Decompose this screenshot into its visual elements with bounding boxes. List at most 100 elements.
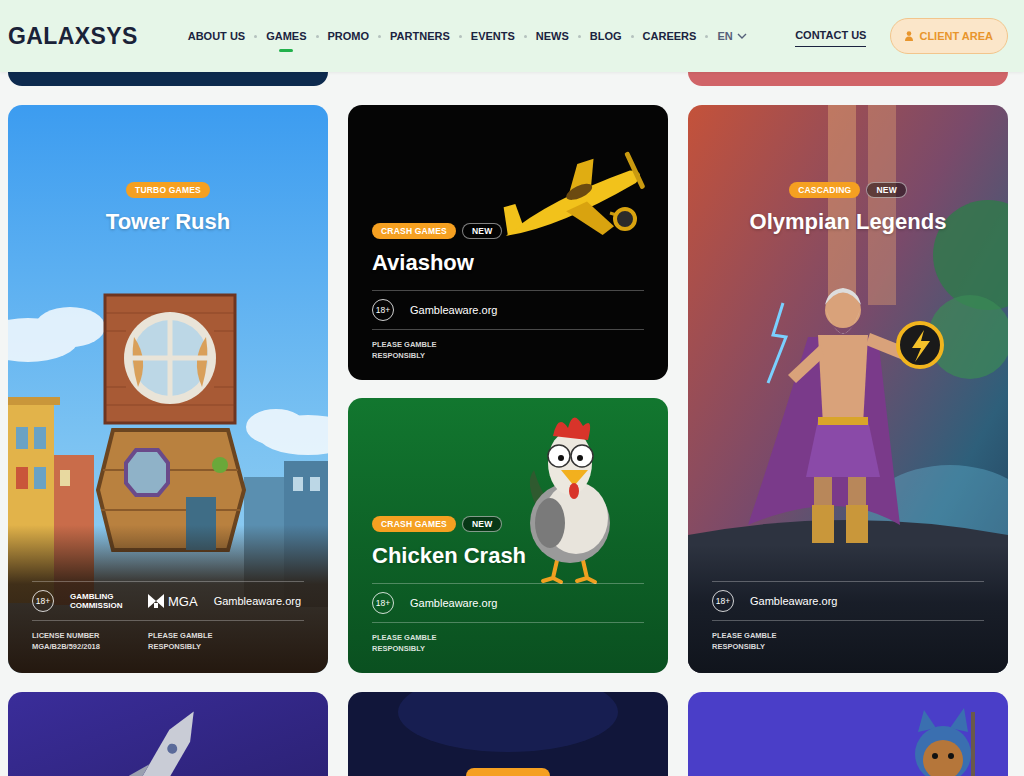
plane-illustration-svg xyxy=(348,105,668,380)
responsible-note: PLEASE GAMBLE RESPONSIBLY xyxy=(372,633,456,655)
nav-item[interactable]: PARTNERS xyxy=(390,24,450,48)
nav-item[interactable]: BLOG xyxy=(590,24,622,48)
client-area-label: CLIENT AREA xyxy=(919,30,993,42)
compliance-row: 18+ Gambleaware.org xyxy=(372,584,644,622)
divider xyxy=(372,290,644,291)
game-title[interactable]: Aviashow xyxy=(372,250,644,276)
compliance-row: 18+ GAMBLING COMMISSION MGA Gambleaware.org xyxy=(32,582,304,620)
nav-separator xyxy=(254,35,257,38)
divider xyxy=(712,620,984,621)
divider xyxy=(712,581,984,582)
turbo-card-illustration[interactable] xyxy=(348,692,668,776)
age-badge: 18+ xyxy=(372,299,394,321)
game-title[interactable]: Olympian Legends xyxy=(712,209,984,235)
site-header: GALAXSYS ABOUT US GAMES PROMO PARTNERS EVENTS… xyxy=(0,0,1024,72)
gambleaware-link[interactable]: Gambleaware.org xyxy=(214,595,301,607)
previous-row xyxy=(0,72,1024,86)
tag: NEW xyxy=(866,182,906,198)
rocket-illustration-svg xyxy=(8,692,328,776)
regulator-name[interactable]: GAMBLING COMMISSION xyxy=(70,592,132,610)
divider xyxy=(32,581,304,582)
person-icon-svg xyxy=(905,31,913,41)
nav-item[interactable]: PROMO xyxy=(328,24,370,48)
card-content: CRASH GAMES NEW Aviashow 18+ Gambleaware.org… xyxy=(348,105,668,380)
gambleaware-link[interactable]: Gambleaware.org xyxy=(750,595,837,607)
regulator-logo[interactable]: MGA xyxy=(148,594,198,609)
game-title[interactable]: Tower Rush xyxy=(32,209,304,235)
game-card-partial[interactable] xyxy=(688,72,1008,86)
games-grid: TURBO GAMES Tower Rush 18+ GAMBLING COMMISS… xyxy=(0,105,1024,673)
tag: TURBO GAMES xyxy=(126,182,210,198)
age-badge: 18+ xyxy=(372,592,394,614)
tag: CRASH GAMES xyxy=(372,516,456,532)
tag: CRASH GAMES xyxy=(372,223,456,239)
logo[interactable]: GALAXSYS xyxy=(8,23,138,50)
card-content: CRASH GAMES NEW Chicken Crash 18+ Gambleawar… xyxy=(348,398,668,673)
tag-list: TURBO GAMES xyxy=(32,182,304,198)
responsible-note: PLEASE GAMBLE RESPONSIBLY xyxy=(712,631,796,653)
regulator-name: MGA xyxy=(168,594,198,609)
tag-list: CASCADING NEW xyxy=(712,182,984,198)
tag-list: CRASH GAMES NEW xyxy=(372,516,644,532)
turbo-card-illustration-svg xyxy=(348,692,668,776)
nav-separator xyxy=(378,35,381,38)
game-title[interactable]: Chicken Crash xyxy=(372,543,644,569)
card-content: CASCADING NEW Olympian Legends 18+ Gambleawa… xyxy=(688,105,1008,673)
responsible-note: PLEASE GAMBLE RESPONSIBLY xyxy=(148,631,232,653)
nav-item[interactable]: GAMES xyxy=(266,24,306,48)
language-select[interactable]: EN xyxy=(717,30,746,42)
rocket-illustration[interactable] xyxy=(8,692,328,776)
language-label: EN xyxy=(717,30,732,42)
divider xyxy=(372,622,644,623)
tag: NEW xyxy=(462,516,502,532)
nav-separator xyxy=(524,35,527,38)
nav-separator xyxy=(705,35,708,38)
card-bottom: LICENSE NUMBERMGA/B2B/592/2018 PLEASE GAM… xyxy=(32,631,304,653)
chevron-down-icon-svg xyxy=(737,33,747,39)
mga-icon xyxy=(148,594,164,608)
squirrel-illustration[interactable] xyxy=(688,692,1008,776)
divider xyxy=(372,583,644,584)
game-card[interactable]: CRASH GAMES NEW Chicken Crash 18+ Gambleawar… xyxy=(348,398,668,673)
nav-item[interactable]: EVENTS xyxy=(471,24,515,48)
game-card-partial[interactable] xyxy=(8,72,328,86)
nav-item[interactable]: ABOUT US xyxy=(188,24,245,48)
chicken-illustration-svg xyxy=(348,398,668,673)
mga-icon-svg xyxy=(148,594,164,608)
chicken-illustration xyxy=(348,398,668,673)
spacer xyxy=(712,235,984,581)
nav-separator xyxy=(316,35,319,38)
nav-item[interactable]: NEWS xyxy=(536,24,569,48)
spacer xyxy=(32,235,304,581)
responsible-note: PLEASE GAMBLE RESPONSIBLY xyxy=(372,340,456,362)
game-card-partial[interactable] xyxy=(348,72,668,86)
nav-separator xyxy=(631,35,634,38)
game-card[interactable]: CASCADING NEW Olympian Legends 18+ Gambleawa… xyxy=(688,105,1008,673)
card-content: TURBO GAMES Tower Rush 18+ GAMBLING COMMISS… xyxy=(8,105,328,673)
plane-illustration xyxy=(348,105,668,380)
tag-list: CRASH GAMES NEW xyxy=(372,223,644,239)
game-card[interactable]: TURBO GAMES Tower Rush 18+ GAMBLING COMMISS… xyxy=(8,105,328,673)
license-info: LICENSE NUMBERMGA/B2B/592/2018 xyxy=(32,631,112,653)
age-badge: 18+ xyxy=(712,590,734,612)
age-badge: 18+ xyxy=(32,590,54,612)
main-nav: ABOUT US GAMES PROMO PARTNERS EVENTS NEWS BLOG… xyxy=(188,24,747,48)
nav-separator xyxy=(578,35,581,38)
next-row xyxy=(0,692,1024,776)
header-actions: CONTACT US CLIENT AREA xyxy=(795,18,1008,54)
gambleaware-link[interactable]: Gambleaware.org xyxy=(410,597,497,609)
chevron-down-icon xyxy=(737,33,747,39)
game-card[interactable]: CRASH GAMES NEW Aviashow 18+ Gambleaware.org… xyxy=(348,105,668,380)
tag: NEW xyxy=(462,223,502,239)
tag: CASCADING xyxy=(789,182,860,198)
divider xyxy=(32,620,304,621)
squirrel-illustration-svg xyxy=(688,692,1008,776)
client-area-button[interactable]: CLIENT AREA xyxy=(890,18,1008,54)
nav-item[interactable]: CAREERS xyxy=(643,24,697,48)
license-label: LICENSE NUMBER xyxy=(32,631,112,642)
person-icon xyxy=(905,31,913,41)
divider xyxy=(372,329,644,330)
contact-link[interactable]: CONTACT US xyxy=(795,25,866,47)
gambleaware-link[interactable]: Gambleaware.org xyxy=(410,304,497,316)
compliance-row: 18+ Gambleaware.org xyxy=(372,291,644,329)
